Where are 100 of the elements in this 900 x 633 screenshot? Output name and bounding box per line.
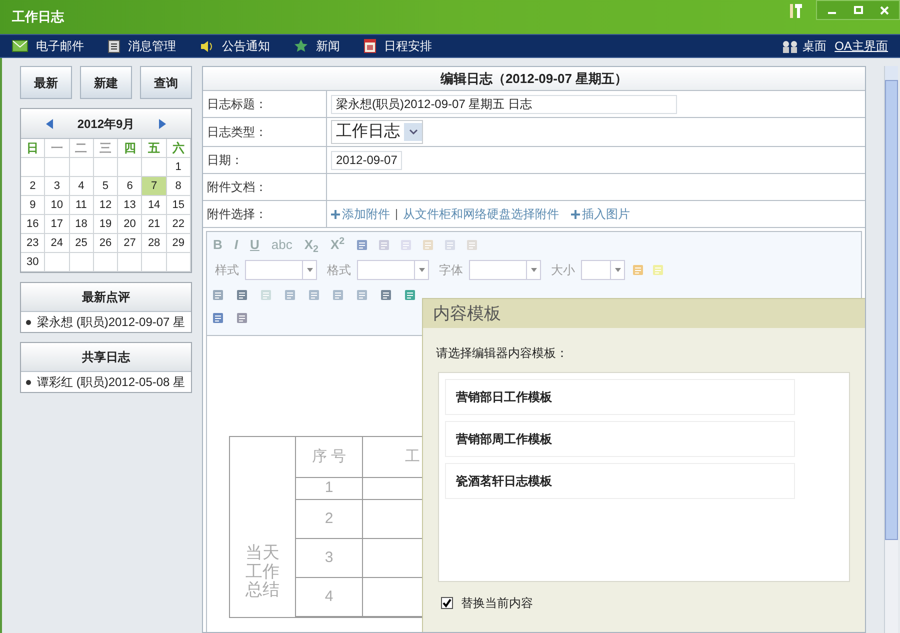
style-dropdown[interactable] xyxy=(581,260,625,280)
check-icon xyxy=(442,598,452,608)
calendar-day[interactable]: 13 xyxy=(118,196,142,215)
calendar-day[interactable]: 6 xyxy=(118,177,142,196)
speaker-icon xyxy=(200,40,214,52)
row-number: 4 xyxy=(296,578,363,616)
calendar-icon xyxy=(364,39,376,53)
weekday-label: 五 xyxy=(142,139,167,158)
list-item[interactable]: 梁永想 (职员)2012-09-07 星 xyxy=(21,312,191,332)
dropdown-label: 样式 xyxy=(215,262,239,279)
dialog-prompt: 请选择编辑器内容模板： xyxy=(436,345,569,362)
calendar-day[interactable]: 28 xyxy=(142,234,167,253)
calendar-day[interactable]: 1 xyxy=(166,158,191,177)
nav-item[interactable]: 新闻 xyxy=(294,37,340,55)
panel-header: 共享日志 xyxy=(21,343,191,372)
weekday-label: 二 xyxy=(70,139,94,158)
calendar-day[interactable]: 18 xyxy=(70,215,94,234)
field-label: 日期： xyxy=(203,147,327,173)
calendar-day[interactable]: 11 xyxy=(70,196,94,215)
empty-day-cell xyxy=(118,253,142,272)
attachment-link[interactable]: 添加附件 xyxy=(331,205,390,223)
calendar-day[interactable]: 23 xyxy=(21,234,46,253)
weekday-label: 四 xyxy=(118,139,142,158)
weekday-label: 一 xyxy=(45,139,70,158)
list-icon xyxy=(108,40,120,52)
list-item[interactable]: 谭彩红 (职员)2012-05-08 星 xyxy=(21,372,191,392)
calendar-day[interactable]: 24 xyxy=(45,234,70,253)
type-select[interactable]: 工作日志 xyxy=(331,120,423,144)
template-item[interactable]: 营销部日工作模板 xyxy=(445,379,795,415)
title-field[interactable]: 梁永想(职员)2012-09-07 星期五 日志 xyxy=(331,94,677,114)
field-label: 日志标题： xyxy=(203,91,327,117)
plus-icon xyxy=(331,210,340,218)
nav-item[interactable]: 公告通知 xyxy=(200,37,270,55)
empty-day-cell xyxy=(70,253,94,272)
replace-checkbox[interactable]: 替换当前内容 xyxy=(441,594,847,612)
previous-month-icon[interactable] xyxy=(46,118,54,128)
field-label: 附件选择： xyxy=(203,201,327,227)
summary-label: 当天工作总结 xyxy=(230,437,296,617)
calendar-day[interactable]: 27 xyxy=(118,234,142,253)
empty-day-cell xyxy=(166,253,191,272)
caret-icon xyxy=(408,129,418,135)
toolbar-button[interactable]: 新建 xyxy=(80,66,132,99)
calendar-day[interactable]: 25 xyxy=(70,234,94,253)
calendar-day[interactable]: 3 xyxy=(45,177,70,196)
calendar-day[interactable]: 5 xyxy=(94,177,118,196)
envelope-icon xyxy=(12,40,28,52)
window-title: 工作日志 xyxy=(12,8,64,26)
calendar-day[interactable]: 16 xyxy=(21,215,46,234)
calendar-day[interactable]: 15 xyxy=(166,196,191,215)
row-number: 3 xyxy=(296,539,363,577)
calendar-day[interactable]: 26 xyxy=(94,234,118,253)
caret-icon xyxy=(418,268,424,272)
tools-icon[interactable] xyxy=(788,4,804,18)
field-label: 日志类型： xyxy=(203,118,327,146)
desktop-button[interactable]: 桌面 xyxy=(780,37,827,55)
calendar-day[interactable]: 20 xyxy=(118,215,142,234)
row-number: 2 xyxy=(296,500,363,538)
calendar-day[interactable]: 17 xyxy=(45,215,70,234)
nav-item[interactable]: 消息管理 xyxy=(108,37,176,55)
caret-icon xyxy=(306,268,312,272)
calendar-day[interactable]: 19 xyxy=(94,215,118,234)
row-number: 1 xyxy=(296,478,363,499)
empty-day-cell xyxy=(94,253,118,272)
template-item[interactable]: 瓷酒茗轩日志模板 xyxy=(445,463,795,499)
template-item[interactable]: 营销部周工作模板 xyxy=(445,421,795,457)
attachment-link[interactable]: 插入图片 xyxy=(571,205,630,223)
calendar-day[interactable]: 9 xyxy=(21,196,46,215)
column-header: 工 xyxy=(405,446,420,467)
calendar-day[interactable]: 7 xyxy=(142,177,167,196)
calendar-day[interactable]: 8 xyxy=(166,177,191,196)
calendar-day[interactable]: 21 xyxy=(142,215,167,234)
weekday-label: 三 xyxy=(94,139,118,158)
date-field[interactable]: 2012-09-07 xyxy=(331,150,402,170)
home-link[interactable]: OA主界面 xyxy=(834,37,888,55)
attachment-link[interactable]: 从文件柜和网络硬盘选择附件 xyxy=(403,205,559,223)
weekday-label: 日 xyxy=(21,139,46,158)
calendar-day[interactable]: 10 xyxy=(45,196,70,215)
plus-icon xyxy=(571,210,580,218)
calendar-day[interactable]: 22 xyxy=(166,215,191,234)
empty-day-cell xyxy=(142,253,167,272)
people-icon xyxy=(780,40,799,52)
calendar-day[interactable]: 4 xyxy=(70,177,94,196)
nav-item[interactable]: 日程安排 xyxy=(364,37,432,55)
toolbar-button[interactable]: 查询 xyxy=(140,66,192,99)
field-label: 附件文档： xyxy=(203,174,327,200)
dropdown-label: 格式 xyxy=(327,262,351,279)
calendar-day[interactable]: 30 xyxy=(21,253,46,272)
dropdown-label: 字体 xyxy=(439,262,463,279)
style-dropdown[interactable] xyxy=(469,260,541,280)
star-icon xyxy=(294,39,308,53)
calendar-day[interactable]: 12 xyxy=(94,196,118,215)
style-dropdown[interactable] xyxy=(357,260,429,280)
calendar-day[interactable]: 29 xyxy=(166,234,191,253)
month-label: 2012年9月 xyxy=(77,116,135,132)
calendar-day[interactable]: 14 xyxy=(142,196,167,215)
nav-item[interactable]: 电子邮件 xyxy=(12,37,84,55)
calendar-day[interactable]: 2 xyxy=(21,177,46,196)
toolbar-button[interactable]: 最新 xyxy=(20,66,72,99)
next-month-icon[interactable] xyxy=(158,118,166,128)
style-dropdown[interactable] xyxy=(245,260,317,280)
